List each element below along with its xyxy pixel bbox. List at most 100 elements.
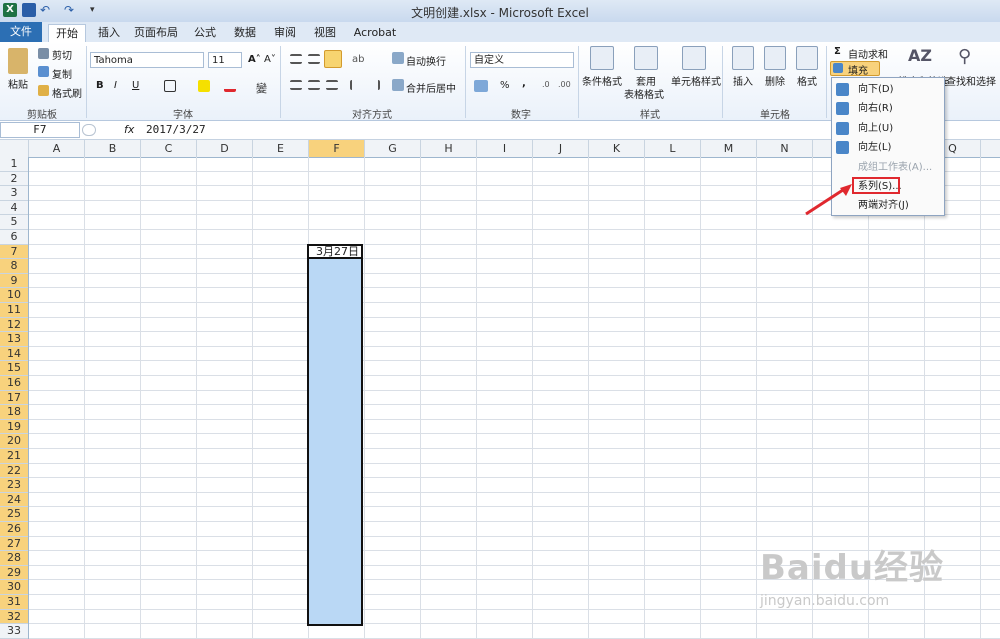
tab-page-layout[interactable]: 页面布局	[134, 24, 178, 42]
format-cells-icon[interactable]	[796, 46, 818, 70]
column-header-n[interactable]: N	[757, 140, 813, 157]
shrink-font-button[interactable]: A˅	[264, 54, 276, 65]
percent-button[interactable]: %	[500, 80, 510, 91]
row-header-23[interactable]: 23	[0, 478, 28, 493]
wrap-text-icon[interactable]	[392, 52, 404, 64]
row-header-18[interactable]: 18	[0, 405, 28, 420]
column-header-e[interactable]: E	[253, 140, 309, 157]
merge-center-button[interactable]: 合并后居中	[406, 80, 456, 95]
active-cell[interactable]: 3月27日	[307, 244, 363, 259]
insert-cells-button[interactable]: 插入	[733, 73, 753, 88]
paste-button[interactable]: 粘贴	[8, 76, 28, 91]
column-header-d[interactable]: D	[197, 140, 253, 157]
align-middle-icon[interactable]	[308, 54, 320, 64]
cut-icon[interactable]	[38, 48, 49, 59]
border-icon[interactable]	[164, 80, 176, 92]
column-header-b[interactable]: B	[85, 140, 141, 157]
font-size-select[interactable]: 11	[208, 52, 242, 68]
row-header-2[interactable]: 2	[0, 172, 28, 187]
row-header-26[interactable]: 26	[0, 522, 28, 537]
tab-acrobat[interactable]: Acrobat	[352, 24, 398, 42]
cell-styles-button[interactable]: 单元格样式	[671, 73, 721, 88]
row-header-16[interactable]: 16	[0, 376, 28, 391]
row-header-21[interactable]: 21	[0, 449, 28, 464]
tab-data[interactable]: 数据	[232, 24, 258, 42]
fill-menu-item[interactable]: 向下(D)	[832, 80, 942, 99]
row-header-30[interactable]: 30	[0, 580, 28, 595]
row-header-3[interactable]: 3	[0, 186, 28, 201]
tab-insert[interactable]: 插入	[96, 24, 122, 42]
autosum-button[interactable]: 自动求和	[848, 46, 888, 61]
row-header-20[interactable]: 20	[0, 434, 28, 449]
fill-menu-item[interactable]: 向左(L)	[832, 138, 942, 157]
column-header-f[interactable]: F	[309, 140, 365, 157]
tab-home[interactable]: 开始	[48, 24, 86, 43]
delete-cells-icon[interactable]	[764, 46, 786, 70]
italic-button[interactable]: I	[114, 80, 117, 91]
row-header-29[interactable]: 29	[0, 565, 28, 581]
column-header-l[interactable]: L	[645, 140, 701, 157]
name-box[interactable]: F7	[0, 122, 80, 138]
bold-button[interactable]: B	[96, 80, 104, 91]
paste-icon[interactable]	[8, 48, 28, 74]
column-header-h[interactable]: H	[421, 140, 477, 157]
row-header-8[interactable]: 8	[0, 259, 28, 274]
comma-button[interactable]: ,	[522, 78, 526, 89]
column-header-i[interactable]: I	[477, 140, 533, 157]
fill-menu-item[interactable]: 向上(U)	[832, 119, 942, 138]
select-all-corner[interactable]	[0, 140, 29, 157]
increase-decimal-icon[interactable]: .0	[542, 80, 556, 92]
autosum-icon[interactable]: Σ	[834, 46, 841, 57]
decrease-indent-icon[interactable]	[350, 80, 362, 90]
row-header-22[interactable]: 22	[0, 463, 28, 479]
row-header-12[interactable]: 12	[0, 317, 28, 333]
format-as-table-icon[interactable]	[634, 46, 658, 70]
number-format-select[interactable]: 自定义	[470, 52, 574, 68]
row-header-33[interactable]: 33	[0, 624, 28, 639]
row-header-5[interactable]: 5	[0, 215, 28, 230]
row-header-15[interactable]: 15	[0, 361, 28, 376]
increase-indent-icon[interactable]	[368, 80, 380, 90]
grow-font-button[interactable]: A˄	[248, 54, 261, 65]
fill-menu-item[interactable]: 向右(R)	[832, 99, 942, 118]
column-header-j[interactable]: J	[533, 140, 589, 157]
column-header-m[interactable]: M	[701, 140, 757, 157]
sort-filter-icon[interactable]: AZ	[908, 46, 932, 70]
accounting-format-icon[interactable]	[474, 80, 488, 92]
row-header-11[interactable]: 11	[0, 303, 28, 318]
format-cells-button[interactable]: 格式	[797, 73, 817, 88]
decrease-decimal-icon[interactable]: .00	[558, 80, 572, 92]
row-header-28[interactable]: 28	[0, 551, 28, 566]
tab-formulas[interactable]: 公式	[192, 24, 218, 42]
row-header-31[interactable]: 31	[0, 595, 28, 610]
row-header-14[interactable]: 14	[0, 346, 28, 362]
tab-view[interactable]: 视图	[312, 24, 338, 42]
row-header-19[interactable]: 19	[0, 419, 28, 435]
row-header-32[interactable]: 32	[0, 609, 28, 625]
insert-cells-icon[interactable]	[732, 46, 754, 70]
tab-file[interactable]: 文件	[0, 22, 42, 42]
font-color-icon[interactable]	[224, 80, 236, 92]
row-header-25[interactable]: 25	[0, 507, 28, 522]
conditional-format-button[interactable]: 条件格式	[582, 73, 622, 88]
cell-styles-icon[interactable]	[682, 46, 706, 70]
cut-button[interactable]: 剪切	[52, 47, 72, 62]
row-header-17[interactable]: 17	[0, 390, 28, 406]
row-header-4[interactable]: 4	[0, 201, 28, 216]
copy-icon[interactable]	[38, 66, 49, 77]
row-header-24[interactable]: 24	[0, 492, 28, 508]
underline-button[interactable]: U	[132, 80, 139, 91]
orientation-icon[interactable]: ab	[352, 54, 366, 65]
format-painter-button[interactable]: 格式刷	[52, 85, 82, 100]
formula-bar-toggle-icon[interactable]	[82, 124, 96, 136]
fill-button[interactable]: 填充	[848, 62, 868, 77]
row-header-6[interactable]: 6	[0, 230, 28, 245]
align-top-icon[interactable]	[290, 54, 302, 64]
font-name-select[interactable]: Tahoma	[90, 52, 204, 68]
formula-input[interactable]: 2017/3/27	[146, 123, 206, 136]
selected-range[interactable]	[307, 244, 363, 626]
fill-color-icon[interactable]	[198, 80, 210, 92]
copy-button[interactable]: 复制	[52, 66, 72, 81]
align-bottom-icon[interactable]	[324, 50, 342, 68]
conditional-format-icon[interactable]	[590, 46, 614, 70]
